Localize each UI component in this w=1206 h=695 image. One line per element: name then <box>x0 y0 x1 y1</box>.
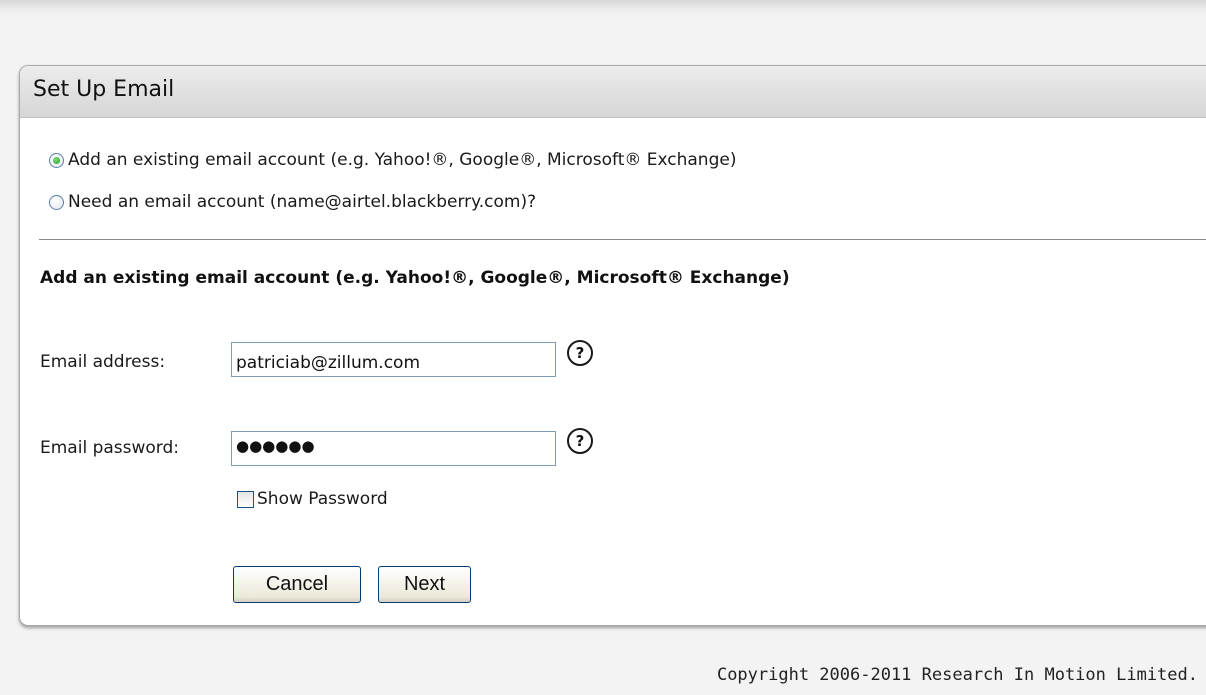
cancel-button[interactable]: Cancel <box>233 566 361 603</box>
email-address-input[interactable] <box>231 342 556 377</box>
radio-need-account[interactable]: Need an email account (name@airtel.black… <box>49 192 536 212</box>
radio-selected-dot <box>53 156 60 164</box>
radio-add-existing-label: Add an existing email account (e.g. Yaho… <box>68 150 737 170</box>
show-password-checkbox[interactable] <box>237 490 254 508</box>
panel-header: Set Up Email <box>20 66 1206 118</box>
setup-email-panel: Set Up Email Add an existing email accou… <box>19 65 1206 626</box>
password-help-icon[interactable]: ? <box>567 428 593 454</box>
email-password-label: Email password: <box>40 438 180 458</box>
email-help-icon[interactable]: ? <box>567 340 593 366</box>
radio-need-account-label: Need an email account (name@airtel.black… <box>68 192 537 212</box>
radio-button-unselected[interactable] <box>49 194 64 210</box>
section-divider <box>39 239 1206 240</box>
show-password-label: Show Password <box>257 489 388 509</box>
radio-add-existing-account[interactable]: Add an existing email account (e.g. Yaho… <box>49 150 736 170</box>
radio-button-selected[interactable] <box>49 152 64 168</box>
copyright-footer: Copyright 2006-2011 Research In Motion L… <box>716 665 1198 685</box>
panel-title: Set Up Email <box>33 77 175 102</box>
next-button[interactable]: Next <box>378 566 471 603</box>
show-password-option[interactable]: Show Password <box>237 489 388 509</box>
email-password-input[interactable]: ●●●●●● <box>231 431 556 466</box>
top-band <box>0 0 1206 16</box>
section-heading: Add an existing email account (e.g. Yaho… <box>40 268 790 288</box>
email-address-label: Email address: <box>40 352 166 372</box>
